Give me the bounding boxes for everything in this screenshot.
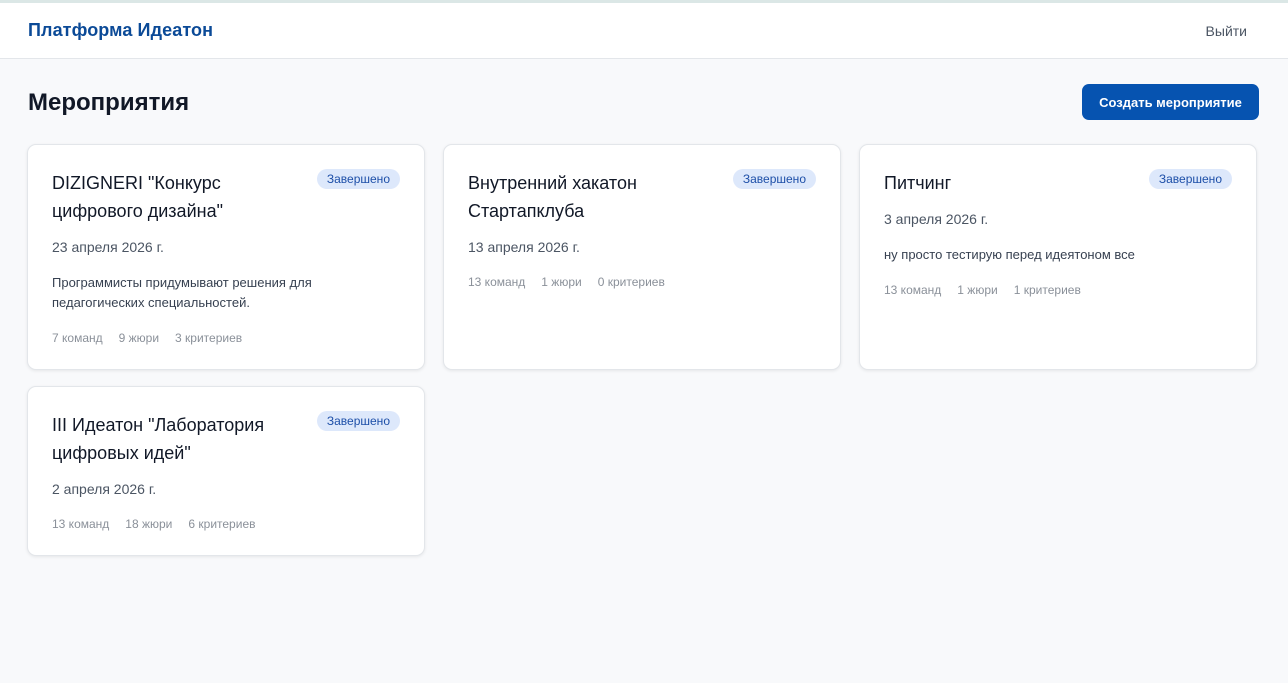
event-title: Питчинг: [884, 173, 952, 193]
event-description: ну просто тестирую перед идеятоном все: [884, 247, 1135, 262]
event-card[interactable]: III Идеатон "Лаборатория цифровых идей" …: [27, 386, 425, 556]
status-badge: Завершено: [316, 411, 400, 431]
event-date: 3 апреля 2026 г.: [884, 211, 989, 227]
event-title: DIZIGNERI "Конкурс цифрового дизайна": [52, 173, 223, 221]
event-card[interactable]: Внутренний хакатон Стартапклуба Завершен…: [443, 144, 841, 370]
event-date: 23 апреля 2026 г.: [52, 239, 164, 255]
criteria-count: 3 критериев: [175, 331, 243, 345]
jury-count: 9 жюри: [118, 331, 160, 345]
teams-count: 7 команд: [52, 331, 103, 345]
jury-count: 18 жюри: [125, 517, 173, 531]
status-badge: Завершено: [316, 169, 400, 189]
event-stats: 7 команд 9 жюри 3 критериев: [52, 331, 258, 345]
brand-logo-text[interactable]: Платформа Идеатон: [28, 20, 213, 41]
criteria-count: 6 критериев: [188, 517, 256, 531]
event-title: Внутренний хакатон Стартапклуба: [468, 173, 637, 221]
criteria-count: 0 критериев: [597, 275, 665, 289]
event-date: 13 апреля 2026 г.: [468, 239, 580, 255]
logout-link[interactable]: Выйти: [1206, 23, 1247, 39]
status-badge: Завершено: [1148, 169, 1232, 189]
criteria-count: 1 критериев: [1013, 283, 1081, 297]
status-badge: Завершено: [732, 169, 816, 189]
teams-count: 13 команд: [468, 275, 526, 289]
jury-count: 1 жюри: [957, 283, 998, 297]
event-description: Программисты придумывают решения для пед…: [52, 275, 312, 310]
jury-count: 1 жюри: [541, 275, 582, 289]
teams-count: 13 команд: [52, 517, 110, 531]
event-stats: 13 команд 18 жюри 6 критериев: [52, 517, 272, 531]
event-date: 2 апреля 2026 г.: [52, 481, 157, 497]
teams-count: 13 команд: [884, 283, 942, 297]
top-header: Платформа Идеатон Выйти: [0, 3, 1288, 59]
event-card[interactable]: Питчинг Завершено 3 апреля 2026 г. ну пр…: [859, 144, 1257, 370]
event-card[interactable]: DIZIGNERI "Конкурс цифрового дизайна" За…: [27, 144, 425, 370]
create-event-button[interactable]: Создать мероприятие: [1082, 84, 1259, 120]
event-stats: 13 команд 1 жюри 1 критериев: [884, 283, 1097, 297]
event-stats: 13 команд 1 жюри 0 критериев: [468, 275, 681, 289]
event-title: III Идеатон "Лаборатория цифровых идей": [52, 415, 265, 463]
page-title: Мероприятия: [28, 89, 190, 116]
